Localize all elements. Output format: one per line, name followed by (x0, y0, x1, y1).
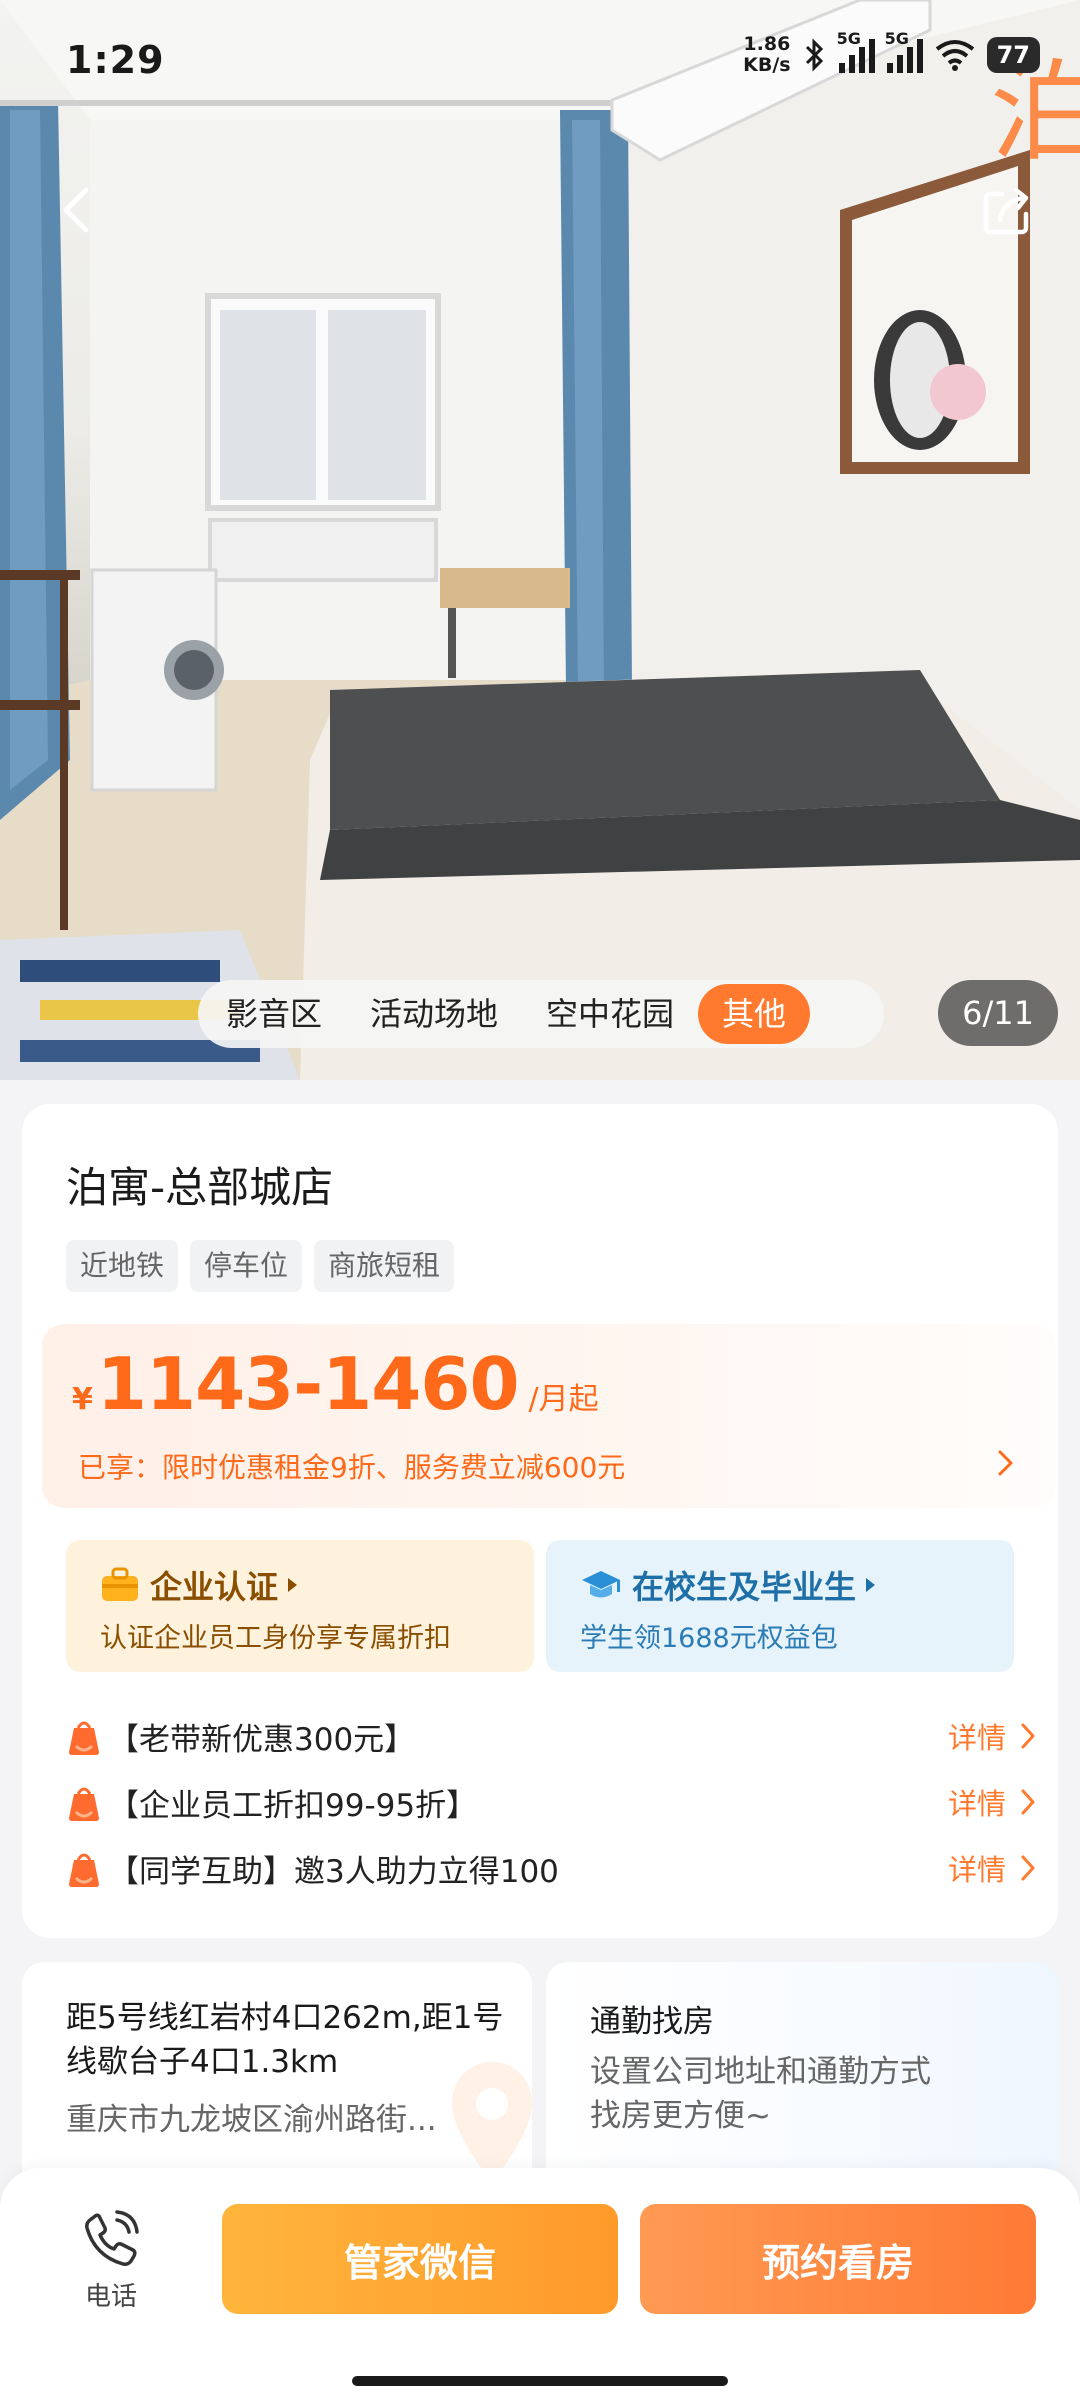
student-title-row: 在校生及毕业生 (580, 1562, 876, 1608)
price-line: ¥ 1143-1460 /月起 (72, 1342, 599, 1426)
chevron-right-icon (998, 1450, 1013, 1476)
status-time: 1:29 (66, 38, 165, 82)
coupon-bag-icon (69, 1787, 99, 1821)
student-subtitle: 学生领1688元权益包 (580, 1623, 838, 1654)
signal-icon-sim2: 5G (885, 29, 923, 73)
network-speed-value: 1.86 (743, 33, 791, 55)
offer-detail-link[interactable]: 详情 (948, 1715, 1036, 1757)
triangle-right-icon (866, 1578, 876, 1592)
triangle-right-icon (288, 1578, 298, 1592)
battery-indicator: 77 (986, 37, 1040, 73)
enterprise-certification-card[interactable]: 企业认证 认证企业员工身份享专属折扣 (66, 1540, 534, 1672)
offer-text: 【企业员工折扣99-95折】 (108, 1787, 478, 1824)
chevron-left-icon (63, 187, 89, 233)
enterprise-subtitle: 认证企业员工身份享专属折扣 (100, 1623, 451, 1654)
metro-distance: 距5号线红岩村4口262m,距1号线歇台子4口1.3km (66, 2000, 504, 2080)
enterprise-title-row: 企业认证 (100, 1562, 298, 1608)
bottom-action-bar: 电话 管家微信 预约看房 (0, 2168, 1080, 2400)
offer-detail-label: 详情 (947, 1853, 1006, 1887)
offer-row[interactable]: 【老带新优惠300元】 详情 (66, 1706, 1036, 1766)
network-speed: 1.86 KB/s (743, 34, 790, 76)
call-button[interactable]: 电话 (68, 2208, 154, 2318)
home-indicator[interactable] (352, 2376, 728, 2386)
listing-tags: 近地铁 停车位 商旅短租 (66, 1240, 455, 1292)
phone-icon (85, 2210, 139, 2266)
status-icons: 1.86 KB/s 5G 5G 77 (743, 29, 1040, 76)
tag-near-metro: 近地铁 (66, 1240, 179, 1292)
discount-text: 已享：限时优惠租金9折、服务费立减600元 (78, 1451, 626, 1484)
student-title: 在校生及毕业生 (632, 1568, 857, 1606)
graduation-cap-icon (582, 1571, 620, 1598)
offer-text: 【同学互助】邀3人助力立得100 (108, 1853, 559, 1890)
price-unit: /月起 (528, 1382, 599, 1417)
enterprise-title: 企业认证 (150, 1568, 279, 1606)
address: 重庆市九龙坡区渝州路街... (66, 2102, 437, 2138)
tag-short-term: 商旅短租 (314, 1240, 455, 1292)
tab-other[interactable]: 其他 (698, 984, 811, 1044)
student-graduate-card[interactable]: 在校生及毕业生 学生领1688元权益包 (546, 1540, 1014, 1672)
book-viewing-button[interactable]: 预约看房 (640, 2204, 1036, 2314)
offer-text: 【老带新优惠300元】 (108, 1721, 416, 1758)
hero-photo-gallery[interactable]: 泊 1:29 1.86 KB/s 5G 5G 77 影音区 活动场地 空中花园 … (0, 0, 1080, 1080)
chevron-right-icon (1021, 1723, 1035, 1749)
tab-activity-space[interactable]: 活动场地 (346, 984, 522, 1044)
sim2-network-type: 5G (884, 29, 909, 48)
commute-title: 通勤找房 (590, 2004, 714, 2040)
signal-icon-sim1: 5G (837, 29, 875, 73)
share-button[interactable] (978, 180, 1038, 240)
coupon-bag-icon (69, 1853, 99, 1887)
offer-detail-link[interactable]: 详情 (948, 1847, 1036, 1889)
offer-detail-label: 详情 (947, 1787, 1006, 1821)
tab-media-room[interactable]: 影音区 (202, 984, 346, 1044)
room-photo: 泊 (0, 0, 1080, 1080)
tab-sky-garden[interactable]: 空中花园 (522, 984, 698, 1044)
offer-row[interactable]: 【同学互助】邀3人助力立得100 详情 (66, 1838, 1036, 1898)
commute-desc-line1: 设置公司地址和通勤方式 (590, 2054, 931, 2090)
price-panel[interactable]: ¥ 1143-1460 /月起 已享：限时优惠租金9折、服务费立减600元 (42, 1324, 1056, 1508)
offer-detail-label: 详情 (947, 1721, 1006, 1755)
tag-parking: 停车位 (190, 1240, 303, 1292)
price-currency: ¥ (72, 1382, 93, 1417)
photo-counter: 6/11 (938, 980, 1058, 1046)
share-icon (983, 187, 1029, 235)
bluetooth-icon (805, 38, 823, 72)
chevron-right-icon (1021, 1855, 1035, 1881)
network-speed-unit: KB/s (743, 54, 791, 76)
sim1-network-type: 5G (836, 29, 861, 48)
offer-detail-link[interactable]: 详情 (948, 1781, 1036, 1823)
butler-wechat-button[interactable]: 管家微信 (222, 2204, 618, 2314)
status-bar: 1:29 1.86 KB/s 5G 5G 77 (0, 0, 1080, 120)
commute-desc-line2: 找房更方便~ (590, 2098, 771, 2134)
listing-info-card: 泊寓-总部城店 近地铁 停车位 商旅短租 ¥ 1143-1460 /月起 已享：… (22, 1104, 1058, 1938)
call-label: 电话 (84, 2282, 137, 2312)
commute-description: 设置公司地址和通勤方式 找房更方便~ (590, 2050, 931, 2138)
briefcase-icon (102, 1567, 138, 1601)
chevron-right-icon (1021, 1789, 1035, 1815)
price-range: 1143-1460 (96, 1342, 520, 1426)
coupon-bag-icon (69, 1721, 99, 1755)
back-button[interactable] (48, 180, 108, 240)
wifi-icon (935, 40, 974, 71)
photo-category-tabs: 影音区 活动场地 空中花园 其他 (198, 980, 884, 1048)
listing-title: 泊寓-总部城店 (66, 1163, 334, 1212)
offer-row[interactable]: 【企业员工折扣99-95折】 详情 (66, 1772, 1036, 1832)
